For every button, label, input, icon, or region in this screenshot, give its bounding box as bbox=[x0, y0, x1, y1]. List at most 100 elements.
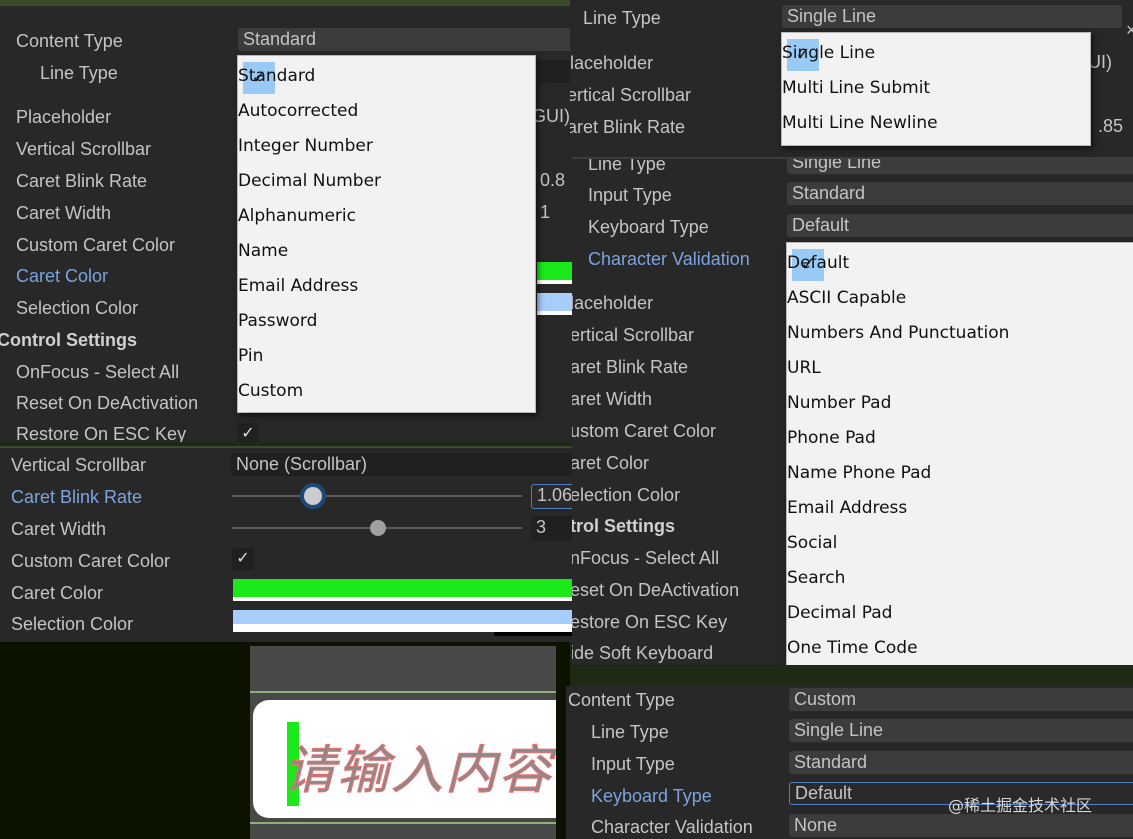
menu-item[interactable]: One Time Code bbox=[787, 631, 1133, 665]
field-label: Placeholder bbox=[16, 107, 112, 127]
menu-item[interactable]: ✓ Single Line bbox=[782, 36, 1090, 71]
menu-item-label: Autocorrected bbox=[238, 101, 359, 121]
menu-item-label: Search bbox=[787, 568, 846, 588]
menu-item[interactable]: Multi Line Newline bbox=[782, 106, 1090, 141]
keyboard-field[interactable]: Single Line bbox=[789, 719, 1133, 742]
menu-item-label: Default bbox=[787, 253, 850, 273]
menu-item[interactable]: Decimal Number bbox=[238, 164, 535, 199]
inspector-line-type: Line Type laceholder ertical Scrollbar aret… bbox=[570, 0, 1133, 160]
menu-item[interactable]: Autocorrected bbox=[238, 94, 535, 129]
close-icon[interactable]: × bbox=[1126, 20, 1133, 41]
selection-alpha-bar bbox=[494, 632, 572, 636]
field-label: ustom Caret Color bbox=[572, 421, 717, 441]
caret-color-swatch[interactable] bbox=[233, 579, 572, 601]
field-label: Line Type bbox=[591, 722, 669, 742]
caret-width-slider-handle[interactable] bbox=[370, 520, 386, 536]
caret-color-swatch[interactable] bbox=[537, 262, 572, 284]
menu-item[interactable]: Phone Pad bbox=[787, 421, 1133, 456]
field-label: aret Width bbox=[572, 389, 653, 409]
caret-blink-rate-value: .85 bbox=[1098, 116, 1124, 136]
menu-item[interactable]: Social bbox=[787, 526, 1133, 561]
menu-item[interactable]: Number Pad bbox=[787, 386, 1133, 421]
menu-item[interactable]: ASCII Capable bbox=[787, 281, 1133, 316]
menu-item[interactable]: Decimal Pad bbox=[787, 596, 1133, 631]
content-type-dropdown[interactable]: Standard bbox=[238, 28, 572, 51]
menu-item[interactable]: Numbers And Punctuation bbox=[787, 316, 1133, 351]
menu-item[interactable]: Pin bbox=[238, 339, 535, 374]
menu-item[interactable]: ✓ Default bbox=[787, 246, 1133, 281]
menu-item[interactable]: Password bbox=[238, 304, 535, 339]
caret-blink-rate-slider-handle[interactable] bbox=[304, 487, 322, 505]
menu-item-label: Email Address bbox=[787, 498, 908, 518]
field-label: aret Blink Rate bbox=[572, 357, 689, 377]
menu-item[interactable]: Email Address bbox=[787, 491, 1133, 526]
menu-item[interactable]: Name Phone Pad bbox=[787, 456, 1133, 491]
field-label: aret Blink Rate bbox=[570, 117, 686, 137]
custom-caret-color-checkbox[interactable]: ✓ bbox=[232, 548, 254, 570]
dropdown-menu[interactable]: ✓ Default ASCII Capable Numbers And Punctua… bbox=[786, 242, 1133, 665]
field-label: laceholder bbox=[572, 293, 654, 313]
field-label: Line Type bbox=[40, 63, 118, 83]
menu-item-label: Numbers And Punctuation bbox=[787, 323, 1010, 343]
selection-color-swatch[interactable] bbox=[233, 610, 572, 632]
field-label: OnFocus - Select All bbox=[16, 362, 180, 382]
menu-item[interactable]: Alphanumeric bbox=[238, 199, 535, 234]
field-label: Selection Color bbox=[11, 614, 134, 634]
line-type-dropdown[interactable]: Single Line bbox=[782, 5, 1122, 28]
field-label: Caret Width bbox=[16, 203, 112, 223]
menu-item-label: URL bbox=[787, 358, 821, 378]
menu-item[interactable]: Email Address bbox=[238, 269, 535, 304]
menu-item-label: ASCII Capable bbox=[787, 288, 907, 308]
menu-item-label: Name Phone Pad bbox=[787, 463, 932, 483]
menu-item-label: Phone Pad bbox=[787, 428, 876, 448]
keyboard-field[interactable]: Custom bbox=[789, 688, 1133, 711]
menu-item-label: Pin bbox=[238, 346, 264, 366]
field-label: Character Validation bbox=[591, 817, 753, 837]
field-label: Input Type bbox=[588, 185, 672, 205]
watermark: @稀土掘金技术社区 bbox=[948, 796, 1093, 815]
top-strip bbox=[0, 0, 572, 6]
field-label: Input Type bbox=[591, 754, 675, 774]
menu-item[interactable]: Search bbox=[787, 561, 1133, 596]
field-label: Caret Color bbox=[16, 266, 109, 286]
caret-width-input[interactable]: 3 bbox=[531, 516, 572, 541]
menu-item-label: Decimal Pad bbox=[787, 603, 893, 623]
caret-blink-rate-slider-track[interactable] bbox=[232, 495, 522, 497]
caret-blink-rate-input[interactable]: 1.06 bbox=[531, 484, 572, 509]
menu-item[interactable]: ✓ Standard bbox=[238, 59, 535, 94]
field-label: Custom Caret Color bbox=[16, 235, 176, 255]
dropdown-menu[interactable]: ✓ Standard Autocorrected Integer Number Deci… bbox=[237, 55, 536, 413]
keyboard-field[interactable]: None bbox=[789, 814, 1133, 837]
validation-field[interactable]: Standard bbox=[787, 182, 1133, 205]
input-field[interactable]: 请输入内容 bbox=[253, 700, 556, 818]
menu-item[interactable]: Name bbox=[238, 234, 535, 269]
line-type-field[interactable] bbox=[538, 60, 572, 83]
keyboard-field[interactable]: Standard bbox=[789, 751, 1133, 774]
caret-width-value: 1 bbox=[540, 202, 551, 222]
restore-esc-checkbox[interactable]: ✓ bbox=[237, 423, 259, 442]
inspector-character-validation: Line Type Input Type Keyboard Type Characte… bbox=[572, 157, 1133, 665]
menu-item[interactable]: Multi Line Submit bbox=[782, 71, 1090, 106]
inspector-keyboard-type: Content Type Line Type Input Type Keyboard … bbox=[566, 686, 1133, 839]
field-label: eset On DeActivation bbox=[572, 580, 740, 600]
menu-item-label: Standard bbox=[238, 66, 316, 86]
field-label: Custom Caret Color bbox=[11, 551, 171, 571]
field-label: Caret Blink Rate bbox=[16, 171, 148, 191]
field-label: ertical Scrollbar bbox=[572, 325, 695, 345]
menu-item[interactable]: Custom bbox=[238, 374, 535, 409]
placeholder-value: UI) bbox=[1088, 52, 1112, 72]
field-label: Content Type bbox=[568, 690, 675, 710]
menu-item-label: Alphanumeric bbox=[238, 206, 356, 226]
selection-color-swatch[interactable] bbox=[537, 293, 572, 315]
validation-field[interactable]: Default bbox=[787, 214, 1133, 237]
validation-field[interactable]: Single Line bbox=[787, 159, 1133, 174]
menu-item[interactable]: Integer Number bbox=[238, 129, 535, 164]
field-label: ertical Scrollbar bbox=[570, 85, 692, 105]
field-label: estore On ESC Key bbox=[572, 612, 728, 632]
menu-item[interactable]: URL bbox=[787, 351, 1133, 386]
field-label: Caret Color bbox=[11, 583, 104, 603]
menu-item-label: Integer Number bbox=[238, 136, 373, 156]
vertical-scrollbar-field[interactable]: None (Scrollbar) bbox=[231, 453, 572, 476]
dropdown-menu[interactable]: ✓ Single Line Multi Line Submit Multi Line … bbox=[781, 32, 1091, 146]
field-label: Control Settings bbox=[0, 330, 137, 350]
